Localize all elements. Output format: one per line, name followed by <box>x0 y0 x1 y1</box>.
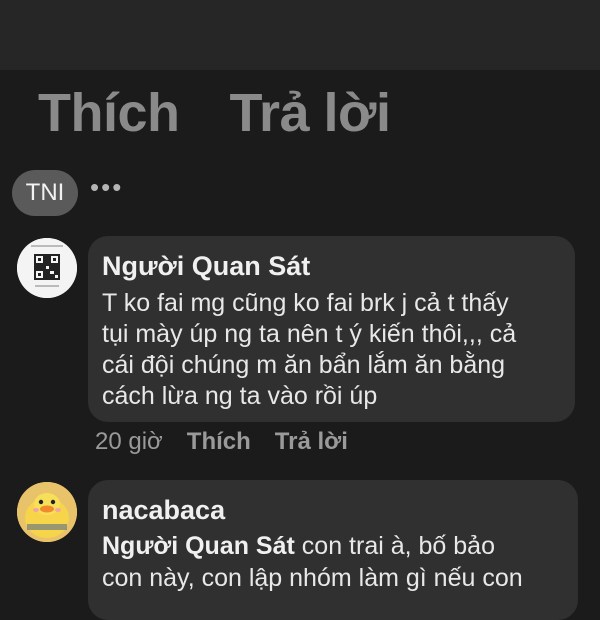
previous-like-button[interactable]: Thích <box>38 82 180 144</box>
previous-reply-button[interactable]: Trả lời <box>230 82 391 144</box>
comment-meta-row: 20 giờ Thích Trả lời <box>95 428 348 456</box>
like-button[interactable]: Thích <box>187 428 251 456</box>
avatar[interactable] <box>17 482 77 542</box>
comment-text-line: cách lừa ng ta vào rồi úp <box>102 382 378 410</box>
comment-text-segment: con trai à, bố bảo <box>294 532 495 560</box>
comment-author[interactable]: Người Quan Sát <box>102 251 310 282</box>
comment-text-line: cái đội chúng m ăn bẩn lắm ăn bằng <box>102 351 506 379</box>
more-horizontal-icon[interactable]: ••• <box>90 172 123 203</box>
reply-button[interactable]: Trả lời <box>275 428 348 456</box>
comment-author[interactable]: nacabaca <box>102 495 225 526</box>
previous-comment-actions: Thích Trả lời <box>38 82 391 144</box>
duck-avatar-icon <box>17 482 77 542</box>
qr-code-avatar-icon <box>17 238 77 298</box>
avatar[interactable] <box>17 238 77 298</box>
comment-text-line: con này, con lập nhóm làm gì nếu con <box>102 564 523 592</box>
comment-text-line: T ko fai mg cũng ko fai brk j cả t thấy <box>102 289 509 317</box>
comment-text-line: tụi mày úp ng ta nên t ý kiến thôi,,, cả <box>102 320 517 348</box>
previous-content-area <box>0 0 600 70</box>
comment-text-line: Người Quan Sát con trai à, bố bảo <box>102 531 495 562</box>
tni-avatar-badge[interactable]: TNI <box>12 170 78 216</box>
comment-timestamp: 20 giờ <box>95 428 163 455</box>
mention-link[interactable]: Người Quan Sát <box>102 532 295 560</box>
